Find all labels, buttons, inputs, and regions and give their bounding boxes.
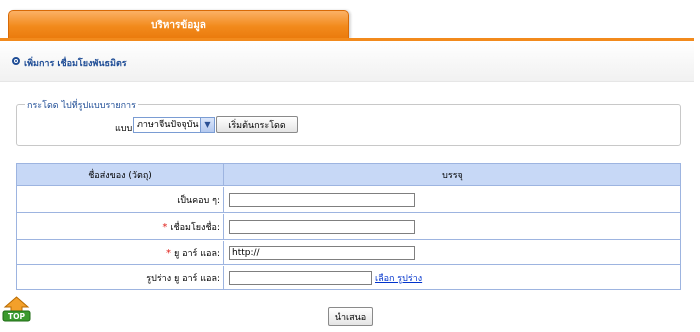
row-label-cell: * ยู อาร์ แอล:: [17, 241, 224, 264]
row-value-cell: [225, 187, 680, 212]
row-label-cell: รูปร่าง ยู อาร์ แอล:: [17, 266, 224, 290]
image-url-label: รูปร่าง ยู อาร์ แอล:: [146, 274, 220, 284]
header-col-content: บรรจุ: [442, 170, 463, 181]
jump-legend: กระโดด ไปที่รูปแบบรายการ: [25, 98, 138, 112]
language-select[interactable]: ภาษาจีนปัจจุบัน ▼: [133, 117, 215, 133]
link-form-table: ชื่อส่งของ (วัตถุ) บรรจุ เป็นคอบ ๆ: * เชื…: [16, 163, 681, 290]
table-row: * เชื่อมโยงชื่อ:: [17, 214, 680, 240]
required-asterisk: *: [162, 221, 168, 233]
table-row: * ยู อาร์ แอล: http://: [17, 241, 680, 265]
table-row: รูปร่าง ยู อาร์ แอล: เลือก รูปร่าง: [17, 266, 680, 290]
chevron-down-icon[interactable]: ▼: [200, 118, 214, 132]
bullet-icon: [12, 57, 20, 65]
url-label-wrap: * ยู อาร์ แอล:: [166, 246, 220, 260]
header-col-object: ชื่อส่งของ (วัตถุ): [17, 164, 224, 185]
row-value-cell: http://: [225, 241, 680, 264]
back-to-top-button[interactable]: TOP: [2, 296, 31, 322]
row-label-cell: * เชื่อมโยงชื่อ:: [17, 214, 224, 239]
jump-fieldset: กระโดด ไปที่รูปแบบรายการ แบบ: ภาษาจีนปัจ…: [16, 98, 681, 146]
order-label: เป็นคอบ ๆ:: [177, 195, 220, 206]
choose-image-link[interactable]: เลือก รูปร่าง: [375, 271, 422, 285]
url-input[interactable]: http://: [229, 245, 415, 260]
link-name-input[interactable]: [229, 219, 415, 234]
row-label-cell: เป็นคอบ ๆ:: [17, 187, 224, 212]
jump-button[interactable]: เริ่มต้นกระโดด: [216, 116, 298, 133]
required-asterisk: *: [165, 247, 171, 259]
top-arrow-icon: TOP: [2, 296, 31, 322]
table-row: เป็นคอบ ๆ:: [17, 187, 680, 213]
tab-label: บริหารข้อมูล: [151, 19, 206, 31]
tab-data-management[interactable]: บริหารข้อมูล: [8, 10, 349, 39]
top-label: TOP: [8, 312, 25, 321]
submit-label: นำเสนอ: [334, 312, 367, 323]
order-input[interactable]: [229, 192, 415, 207]
submit-button[interactable]: นำเสนอ: [328, 307, 373, 326]
image-url-input[interactable]: [229, 271, 372, 285]
table-header-row: ชื่อส่งของ (วัตถุ) บรรจุ: [17, 164, 680, 186]
page-title: เพิ่มการ เชื่อมโยงพันธมิตร: [24, 59, 127, 69]
jump-button-label: เริ่มต้นกระโดด: [228, 120, 286, 131]
section-header: เพิ่มการ เชื่อมโยงพันธมิตร: [0, 41, 694, 82]
row-value-cell: [225, 214, 680, 239]
language-select-value: ภาษาจีนปัจจุบัน: [137, 120, 199, 130]
url-label: ยู อาร์ แอล:: [173, 248, 220, 259]
link-name-label-wrap: * เชื่อมโยงชื่อ:: [162, 220, 220, 234]
link-name-label: เชื่อมโยงชื่อ:: [170, 222, 220, 233]
row-value-cell: เลือก รูปร่าง: [225, 266, 680, 290]
tab-bar: บริหารข้อมูล: [0, 0, 700, 41]
